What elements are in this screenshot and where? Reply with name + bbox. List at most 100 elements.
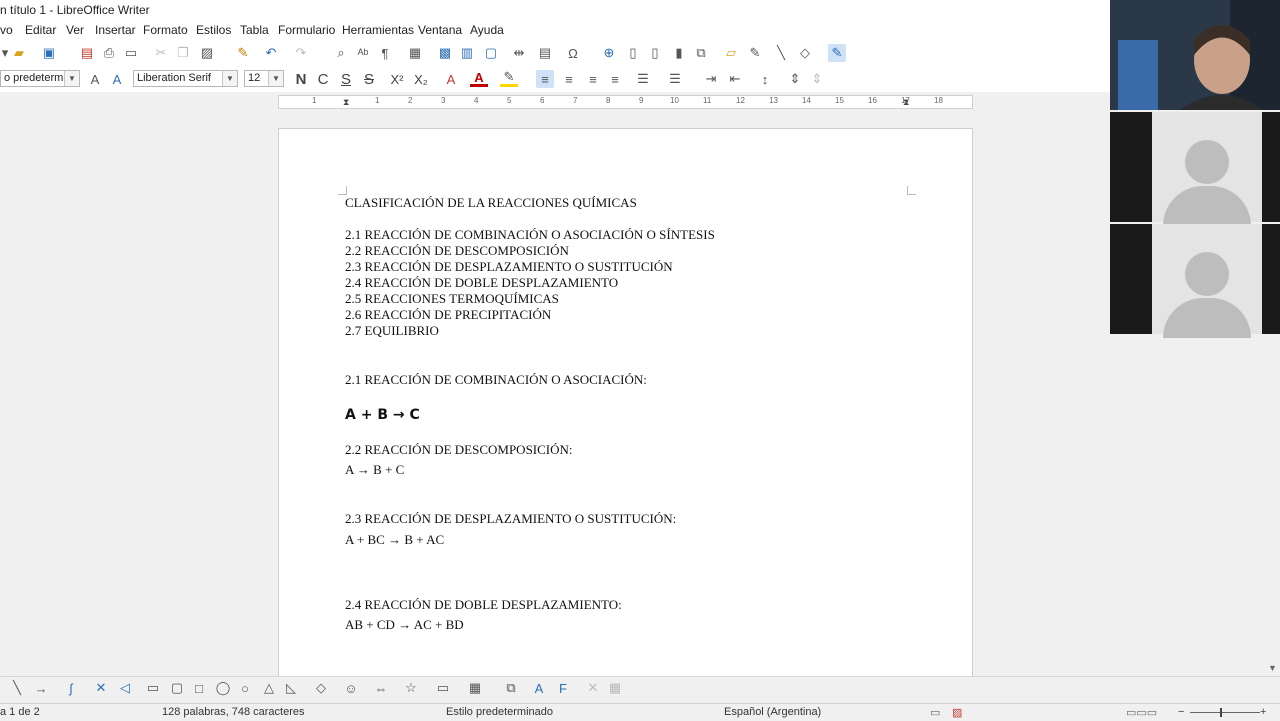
line-tool-icon[interactable]: ╲ (8, 679, 26, 697)
curve-tool-icon[interactable]: ʃ (62, 679, 80, 697)
new-style-icon[interactable]: A (108, 70, 126, 88)
right-indent-marker-icon[interactable]: ⧗ (903, 97, 909, 108)
page-style[interactable]: Estilo predeterminado (446, 706, 553, 718)
open-folder-icon[interactable]: ▰ (10, 44, 28, 62)
textbox-tool-icon[interactable]: A (530, 679, 548, 697)
video-participant-tile[interactable] (1110, 224, 1280, 338)
copy-icon[interactable]: ❐ (174, 44, 192, 62)
numbered-list-icon[interactable]: ☰ (666, 70, 684, 88)
triangle-tool-icon[interactable]: △ (260, 679, 278, 697)
formatting-marks-icon[interactable]: ¶ (376, 44, 394, 62)
freeform-tool-icon[interactable]: ◁ (116, 679, 134, 697)
superscript-button[interactable]: X² (388, 70, 406, 88)
video-participant-tile[interactable] (1110, 112, 1280, 226)
view-layout-icon[interactable]: ▭▭▭ (1126, 706, 1157, 719)
draw-functions-icon[interactable]: ✎ (828, 44, 846, 62)
rectangle-tool-icon[interactable]: ▭ (144, 679, 162, 697)
underline-button[interactable]: S (337, 70, 355, 88)
arrow-line-tool-icon[interactable]: → (32, 679, 50, 697)
basic-shapes-icon[interactable]: ◇ (796, 44, 814, 62)
clone-formatting-icon[interactable]: ✎ (234, 44, 252, 62)
right-triangle-tool-icon[interactable]: ◺ (282, 679, 300, 697)
flowchart-tool-icon[interactable]: ▦ (466, 679, 484, 697)
extrusion-tool-icon[interactable]: ▦ (606, 679, 624, 697)
comment-icon[interactable]: ▱ (722, 44, 740, 62)
footnote-icon[interactable]: ▯ (624, 44, 642, 62)
selection-mode-icon[interactable]: ▭ (930, 706, 940, 719)
page-break-icon[interactable]: ⇹ (510, 44, 528, 62)
bold-button[interactable]: N (292, 70, 310, 88)
menu-window[interactable]: Ventana (418, 23, 462, 37)
ellipse-tool-icon[interactable]: ◯ (214, 679, 232, 697)
align-center-icon[interactable]: ≡ (560, 70, 578, 88)
scroll-down-icon[interactable]: ▼ (1268, 663, 1277, 673)
save-icon[interactable]: ▣ (40, 44, 58, 62)
spelling-icon[interactable]: ᴬᵇ (354, 44, 372, 62)
spacing-icon[interactable]: ⇕ (808, 70, 826, 88)
insert-textbox-icon[interactable]: ▢ (482, 44, 500, 62)
word-count[interactable]: 128 palabras, 748 caracteres (162, 706, 304, 718)
menu-table[interactable]: Tabla (240, 23, 269, 37)
insert-chart-icon[interactable]: ▥ (458, 44, 476, 62)
menu-styles[interactable]: Estilos (196, 23, 231, 37)
track-changes-icon[interactable]: ✎ (746, 44, 764, 62)
vertical-scrollbar[interactable]: ▼ (1266, 333, 1280, 675)
cross-reference-icon[interactable]: ⧉ (692, 44, 710, 62)
block-arrows-tool-icon[interactable]: ⇔ (372, 679, 390, 697)
menu-view[interactable]: Ver (66, 23, 84, 37)
strikethrough-button[interactable]: S (360, 70, 378, 88)
increase-indent-icon[interactable]: ⇥ (702, 70, 720, 88)
update-style-icon[interactable]: A (86, 70, 104, 88)
polygon-tool-icon[interactable]: ✕ (92, 679, 110, 697)
paragraph-spacing-icon[interactable]: ⇕ (786, 70, 804, 88)
align-right-icon[interactable]: ≡ (584, 70, 602, 88)
hyperlink-icon[interactable]: ⊕ (600, 44, 618, 62)
redo-icon[interactable]: ↷ (292, 44, 310, 62)
zoom-slider-thumb[interactable] (1220, 708, 1222, 717)
paragraph-style-select[interactable]: o predetermin ▼ (0, 70, 80, 87)
horizontal-ruler[interactable]: 1 1 2 3 4 5 6 7 8 9 10 11 12 13 14 15 16… (278, 95, 973, 109)
menu-edit[interactable]: Editar (25, 23, 56, 37)
undo-icon[interactable]: ↶ (262, 44, 280, 62)
circle-tool-icon[interactable]: ○ (236, 679, 254, 697)
language[interactable]: Español (Argentina) (724, 706, 821, 718)
menu-file[interactable]: vo (0, 23, 13, 37)
menu-help[interactable]: Ayuda (470, 23, 504, 37)
paste-icon[interactable]: ▨ (198, 44, 216, 62)
stars-tool-icon[interactable]: ☆ (402, 679, 420, 697)
font-size-select[interactable]: 12 ▼ (244, 70, 284, 87)
align-left-icon[interactable]: ≡ (536, 70, 554, 88)
font-name-select[interactable]: Liberation Serif ▼ (133, 70, 238, 87)
menu-insert[interactable]: Insertar (95, 23, 136, 37)
line-icon[interactable]: ╲ (772, 44, 790, 62)
clear-formatting-icon[interactable]: A (442, 70, 460, 88)
bullet-list-icon[interactable]: ☰ (634, 70, 652, 88)
justify-icon[interactable]: ≡ (606, 70, 624, 88)
cut-icon[interactable]: ✂ (152, 44, 170, 62)
transformations-tool-icon[interactable]: ⧉ (502, 679, 520, 697)
font-color-icon[interactable]: A (470, 70, 488, 87)
zoom-out-icon[interactable]: − (1178, 706, 1184, 718)
print-icon[interactable]: ⎙ (100, 44, 118, 62)
callout-tool-icon[interactable]: ▭ (434, 679, 452, 697)
italic-button[interactable]: C (314, 70, 332, 88)
bookmark-icon[interactable]: ▮ (670, 44, 688, 62)
fontwork-tool-icon[interactable]: F (554, 679, 572, 697)
insert-field-icon[interactable]: ▤ (536, 44, 554, 62)
decrease-indent-icon[interactable]: ⇤ (726, 70, 744, 88)
insert-table-icon[interactable]: ▦ (406, 44, 424, 62)
find-replace-icon[interactable]: ⌕ (332, 44, 350, 62)
endnote-icon[interactable]: ▯ (646, 44, 664, 62)
left-indent-marker-icon[interactable]: ⧗ (343, 97, 349, 108)
insert-image-icon[interactable]: ▩ (436, 44, 454, 62)
symbol-shapes-tool-icon[interactable]: ☺ (342, 679, 360, 697)
menu-form[interactable]: Formulario (278, 23, 335, 37)
rounded-rect-tool-icon[interactable]: ▢ (168, 679, 186, 697)
special-character-icon[interactable]: Ω (564, 44, 582, 62)
line-spacing-icon[interactable]: ↕ (756, 70, 774, 88)
highlight-color-icon[interactable]: ✎ (500, 69, 518, 87)
menu-format[interactable]: Formato (143, 23, 188, 37)
square-tool-icon[interactable]: □ (190, 679, 208, 697)
print-preview-icon[interactable]: ▭ (122, 44, 140, 62)
points-tool-icon[interactable]: ✕ (584, 679, 602, 697)
